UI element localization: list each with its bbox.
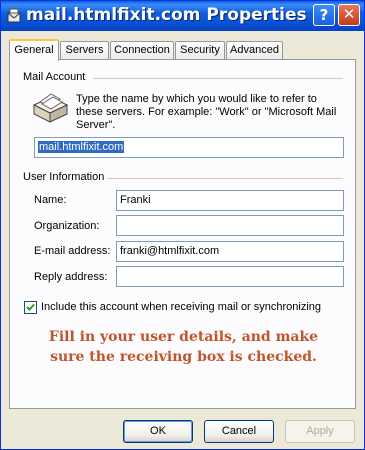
organization-input[interactable] bbox=[116, 215, 344, 236]
name-input[interactable]: Franki bbox=[116, 190, 344, 211]
tab-servers[interactable]: Servers bbox=[60, 41, 109, 59]
reply-address-input[interactable] bbox=[116, 266, 344, 287]
email-address-input[interactable]: franki@htmlfixit.com bbox=[116, 241, 344, 262]
title-bar[interactable]: mail.htmlfixit.com Properties ? ✕ bbox=[1, 1, 364, 31]
name-label: Name: bbox=[34, 194, 67, 206]
include-account-label[interactable]: Include this account when receiving mail… bbox=[41, 301, 321, 313]
help-button[interactable]: ? bbox=[313, 4, 335, 26]
tab-general[interactable]: General bbox=[9, 39, 59, 61]
tab-advanced[interactable]: Advanced bbox=[226, 41, 283, 59]
close-button[interactable]: ✕ bbox=[338, 4, 360, 26]
tab-connection[interactable]: Connection bbox=[110, 41, 174, 59]
include-account-checkbox[interactable] bbox=[24, 301, 37, 314]
account-name-input[interactable]: mail.htmlfixit.com bbox=[34, 137, 344, 158]
cancel-button[interactable]: Cancel bbox=[204, 420, 274, 443]
instruction-annotation: Fill in your user details, and make sure… bbox=[1, 327, 365, 367]
organization-label: Organization: bbox=[34, 220, 100, 232]
mail-account-description: Type the name by which you would like to… bbox=[76, 93, 337, 131]
mail-server-icon bbox=[32, 93, 69, 123]
mail-account-icon bbox=[7, 8, 21, 23]
annotation-line-2: sure the receiving box is checked. bbox=[50, 349, 317, 365]
apply-button[interactable]: Apply bbox=[285, 420, 355, 443]
mail-account-group-title: Mail Account bbox=[23, 71, 86, 83]
tab-security[interactable]: Security bbox=[175, 41, 225, 59]
window-title: mail.htmlfixit.com Properties bbox=[26, 5, 307, 25]
checkmark-icon bbox=[26, 303, 35, 311]
account-name-value: mail.htmlfixit.com bbox=[38, 141, 125, 153]
email-address-label: E-mail address: bbox=[34, 245, 111, 257]
reply-address-label: Reply address: bbox=[34, 271, 108, 283]
user-information-divider bbox=[107, 178, 343, 179]
ok-button[interactable]: OK bbox=[123, 420, 193, 443]
mail-account-divider bbox=[93, 78, 343, 79]
properties-dialog: mail.htmlfixit.com Properties ? ✕ Genera… bbox=[0, 0, 365, 450]
annotation-line-1: Fill in your user details, and make bbox=[48, 329, 319, 345]
user-information-group-title: User Information bbox=[23, 171, 105, 183]
